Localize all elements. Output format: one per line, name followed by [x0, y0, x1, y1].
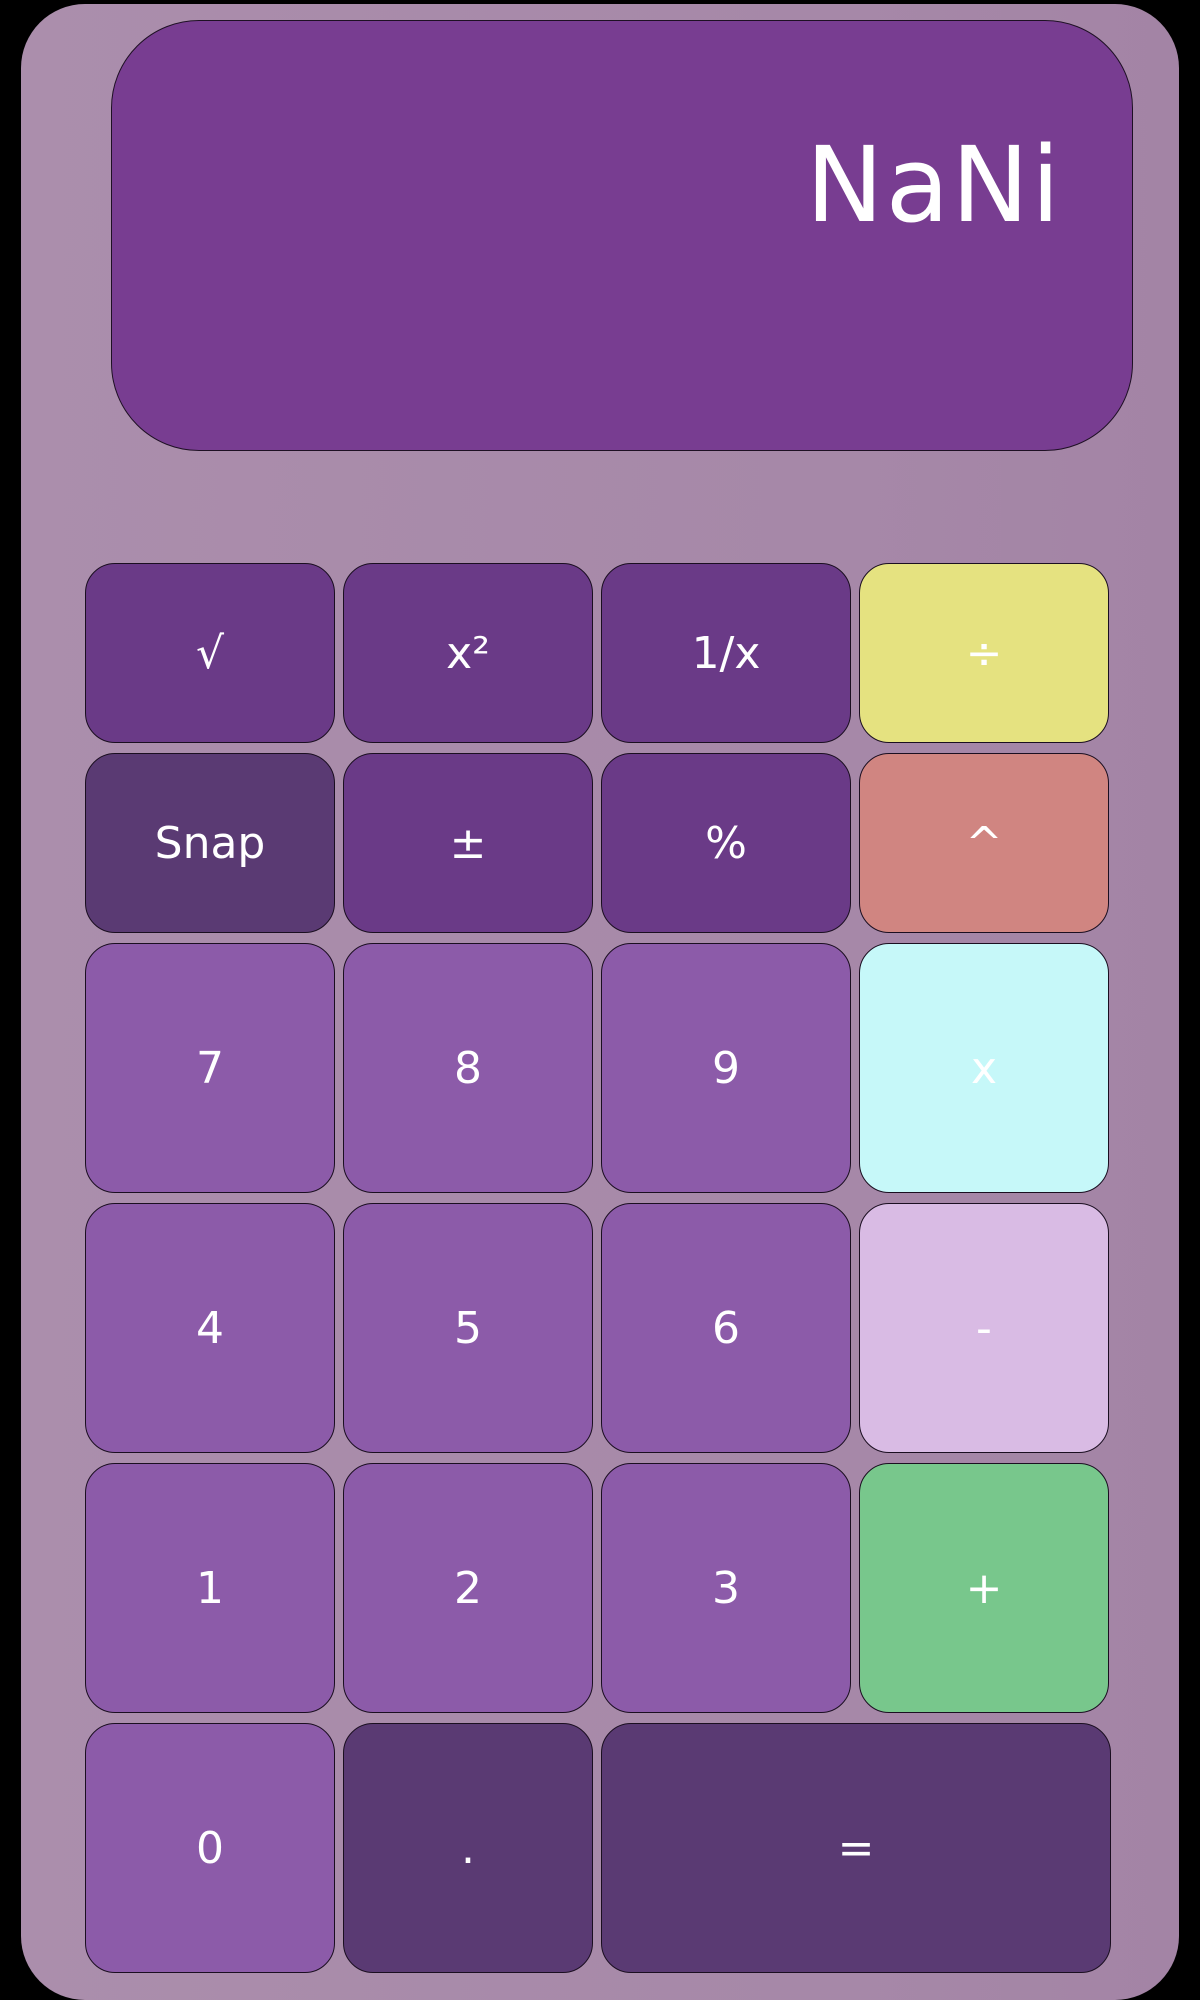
digit-4-button[interactable]: 4	[85, 1203, 335, 1453]
minus-button[interactable]: -	[859, 1203, 1109, 1453]
percent-button[interactable]: %	[601, 753, 851, 933]
digit-8-button[interactable]: 8	[343, 943, 593, 1193]
equals-button[interactable]: =	[601, 1723, 1111, 1973]
digit-7-button[interactable]: 7	[85, 943, 335, 1193]
plus-button[interactable]: +	[859, 1463, 1109, 1713]
digit-3-button[interactable]: 3	[601, 1463, 851, 1713]
reciprocal-button[interactable]: 1/x	[601, 563, 851, 743]
power-button[interactable]: ^	[859, 753, 1109, 933]
display-value: NaNi	[805, 124, 1062, 246]
divide-button[interactable]: ÷	[859, 563, 1109, 743]
multiply-button[interactable]: x	[859, 943, 1109, 1193]
snap-button[interactable]: Snap	[85, 753, 335, 933]
digit-2-button[interactable]: 2	[343, 1463, 593, 1713]
digit-9-button[interactable]: 9	[601, 943, 851, 1193]
display-screen: NaNi	[111, 20, 1133, 451]
plus-minus-button[interactable]: ±	[343, 753, 593, 933]
digit-5-button[interactable]: 5	[343, 1203, 593, 1453]
digit-6-button[interactable]: 6	[601, 1203, 851, 1453]
sqrt-button[interactable]: √	[85, 563, 335, 743]
digit-0-button[interactable]: 0	[85, 1723, 335, 1973]
square-button[interactable]: x²	[343, 563, 593, 743]
digit-1-button[interactable]: 1	[85, 1463, 335, 1713]
decimal-button[interactable]: .	[343, 1723, 593, 1973]
